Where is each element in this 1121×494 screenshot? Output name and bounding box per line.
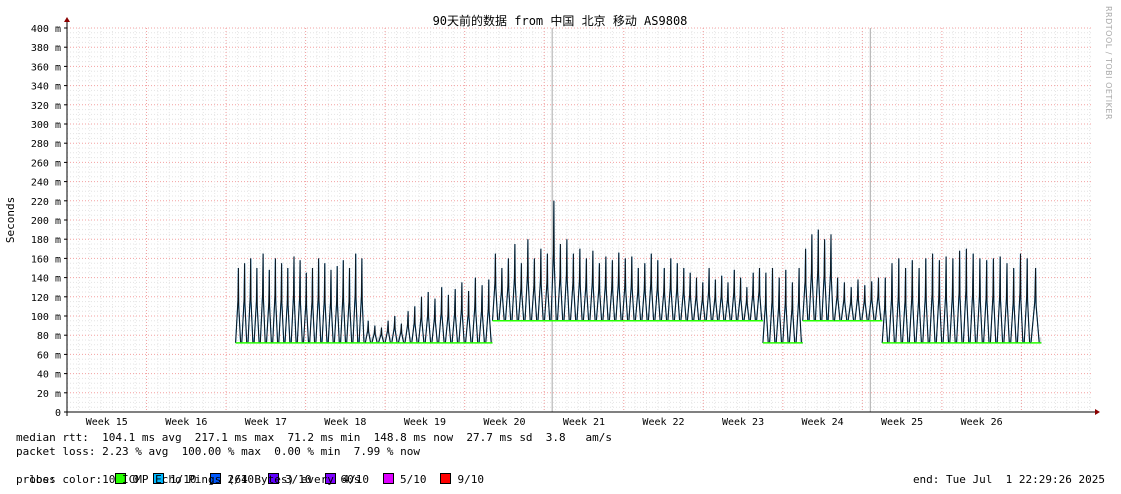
loss-color-value: 5/10: [399, 473, 427, 486]
rtt-line: [492, 200, 688, 322]
chart-title: 90天前的数据 from 中国 北京 移动 AS9808: [433, 13, 688, 28]
loss-color-swatch: [382, 473, 394, 484]
y-axis-label: Seconds: [4, 197, 17, 243]
y-tick-labels: 0 20 m 40 m 60 m 80 m 100 m 120 m 140 m 160 m 180…: [31, 24, 67, 419]
rtt-series: [235, 183, 1042, 344]
end-timestamp: end: Tue Jul 1 22:29:26 2025: [912, 473, 1105, 486]
x-tick-label: Week 22: [642, 417, 684, 428]
x-tick-label: Week 26: [961, 417, 1003, 428]
y-tick-label: 80 m: [37, 331, 61, 342]
y-tick-label: 100 m: [31, 312, 61, 323]
x-tick-label: Week 18: [324, 417, 366, 428]
loss-color-value: 9/10: [457, 473, 484, 486]
y-tick-label: 280 m: [31, 139, 61, 150]
y-tick-label: 120 m: [31, 293, 61, 304]
x-tick-label: Week 15: [86, 417, 128, 428]
loss-color-item: 9/10: [440, 473, 484, 486]
x-tick-label: Week 21: [563, 417, 605, 428]
rtt-line: [235, 253, 366, 344]
y-tick-label: 220 m: [31, 197, 61, 208]
y-tick-label: 380 m: [31, 43, 61, 54]
median-rtt-stats: median rtt: 104.1 ms avg 217.1 ms max 71…: [16, 431, 613, 444]
y-tick-label: 160 m: [31, 254, 61, 265]
y-tick-label: 180 m: [31, 235, 61, 246]
y-tick-label: 40 m: [37, 370, 61, 381]
y-tick-label: 140 m: [31, 274, 61, 285]
x-tick-label: Week 19: [404, 417, 446, 428]
smokeping-chart: 0 20 m 40 m 60 m 80 m 100 m 120 m 140 m 160 m 180…: [4, 13, 1100, 428]
x-tick-label: Week 20: [483, 417, 525, 428]
chart-grid: [66, 27, 1093, 413]
loss-color-item: 5/10: [382, 473, 427, 486]
x-tick-labels: Week 15 Week 16 Week 17 Week 18 Week 19 Week …: [86, 417, 1003, 428]
rtt-line: [802, 229, 835, 322]
y-tick-label: 60 m: [37, 350, 61, 361]
y-tick-label: 400 m: [31, 24, 61, 35]
packet-loss-stats: packet loss: 2.23 % avg 100.00 % max 0.0…: [16, 445, 420, 458]
x-tick-label: Week 25: [881, 417, 923, 428]
x-tick-label: Week 17: [245, 417, 287, 428]
y-tick-label: 20 m: [37, 389, 61, 400]
y-tick-label: 200 m: [31, 216, 61, 227]
y-tick-label: 260 m: [31, 158, 61, 169]
y-axis-arrow: [64, 17, 70, 22]
y-tick-label: 240 m: [31, 178, 61, 189]
y-tick-label: 360 m: [31, 62, 61, 73]
y-tick-label: 0: [55, 408, 61, 419]
rrdtool-watermark: RRDTOOL / TOBI OETIKER: [1104, 6, 1113, 121]
y-tick-label: 300 m: [31, 120, 61, 131]
y-tick-label: 320 m: [31, 101, 61, 112]
chart-axes: [64, 17, 1100, 416]
x-tick-label: Week 16: [165, 417, 207, 428]
vertical-rules: [551, 28, 871, 412]
probe-info: probe: 10 ICMP Echo Pings (64 Bytes) eve…: [16, 473, 361, 486]
loss-color-swatch: [440, 473, 452, 484]
y-tick-label: 340 m: [31, 82, 61, 93]
x-tick-label: Week 24: [802, 417, 844, 428]
rtt-loss-1of10: [686, 267, 763, 322]
x-tick-label: Week 23: [722, 417, 764, 428]
x-axis-arrow: [1095, 409, 1100, 415]
